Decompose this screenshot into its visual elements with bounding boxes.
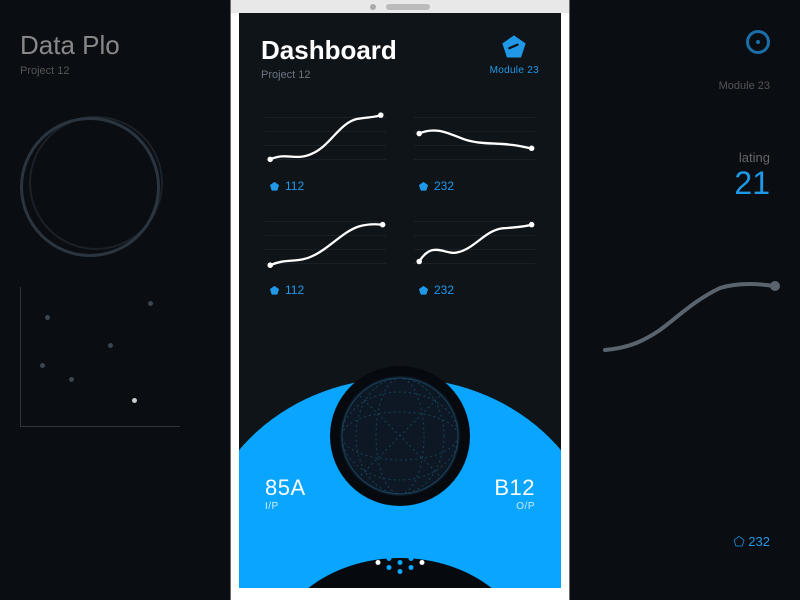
chart-card[interactable]: 232: [404, 203, 545, 299]
input-stat-value: 85A: [265, 475, 306, 501]
pentagon-icon: [269, 181, 280, 192]
module-label: Module 23: [490, 65, 539, 76]
app-screen: Dashboard Project 12 Module 23: [239, 13, 561, 588]
phone-frame: Dashboard Project 12 Module 23: [231, 0, 569, 600]
chart-badge: 112: [261, 283, 390, 297]
pentagon-icon: [418, 285, 429, 296]
dot-icon: [409, 565, 414, 570]
chart-card[interactable]: 112: [255, 99, 396, 195]
sparkline-chart: [261, 209, 390, 279]
output-stat: B12 O/P: [494, 475, 535, 512]
bg-sparkline: [600, 270, 780, 370]
bg-spark-value: 232: [748, 534, 770, 549]
background-left-panel: Data Plo Project 12: [0, 0, 230, 600]
output-stat-label: O/P: [494, 501, 535, 512]
background-right-panel: Module 23 lating 21 ⬠ 232: [570, 0, 800, 600]
globe-widget[interactable]: [330, 366, 470, 506]
sparkline-chart: [261, 105, 390, 175]
bg-scatter-graphic: [20, 287, 180, 427]
camera-icon: [370, 4, 376, 10]
header: Dashboard Project 12 Module 23: [239, 13, 561, 89]
dot-icon: [420, 560, 425, 565]
bg-left-subtitle: Project 12: [20, 65, 210, 77]
chart-card[interactable]: 112: [255, 203, 396, 299]
sparkline-chart: [410, 105, 539, 175]
chart-grid: 112 232: [239, 89, 561, 303]
pentagon-icon: [500, 33, 528, 61]
dot-icon: [398, 560, 403, 565]
bg-spark-badge: ⬠ 232: [733, 534, 770, 550]
globe-icon: [340, 376, 460, 496]
pagination-dots[interactable]: [376, 551, 425, 574]
bg-left-title: Data Plo: [20, 30, 210, 61]
chart-value: 112: [285, 283, 304, 297]
bg-disc-icon: [746, 30, 770, 54]
pentagon-icon: ⬠: [733, 534, 744, 549]
dot-icon: [398, 551, 403, 556]
dot-icon: [398, 569, 403, 574]
chart-badge: 112: [261, 179, 390, 193]
dot-icon: [409, 556, 414, 561]
input-stat-label: I/P: [265, 501, 306, 512]
pentagon-icon: [418, 181, 429, 192]
dot-icon: [376, 560, 381, 565]
bg-plating-value: 21: [734, 165, 770, 202]
chart-badge: 232: [410, 179, 539, 193]
chart-card[interactable]: 232: [404, 99, 545, 195]
chart-badge: 232: [410, 283, 539, 297]
speaker-icon: [386, 4, 430, 10]
dot-icon: [387, 556, 392, 561]
output-stat-value: B12: [494, 475, 535, 501]
bg-plating-stat: lating 21: [734, 150, 770, 202]
phone-notch: [231, 0, 569, 13]
bg-circle-graphic: [20, 117, 160, 257]
module-badge[interactable]: Module 23: [490, 33, 539, 76]
chart-value: 112: [285, 179, 304, 193]
chart-value: 232: [434, 283, 454, 297]
pentagon-icon: [269, 285, 280, 296]
bg-module-label: Module 23: [719, 80, 770, 92]
input-stat: 85A I/P: [265, 475, 306, 512]
dot-icon: [387, 565, 392, 570]
bg-plating-label: lating: [734, 150, 770, 165]
sparkline-chart: [410, 209, 539, 279]
footer-panel: 85A I/P B12 O/P: [239, 360, 561, 588]
chart-value: 232: [434, 179, 454, 193]
